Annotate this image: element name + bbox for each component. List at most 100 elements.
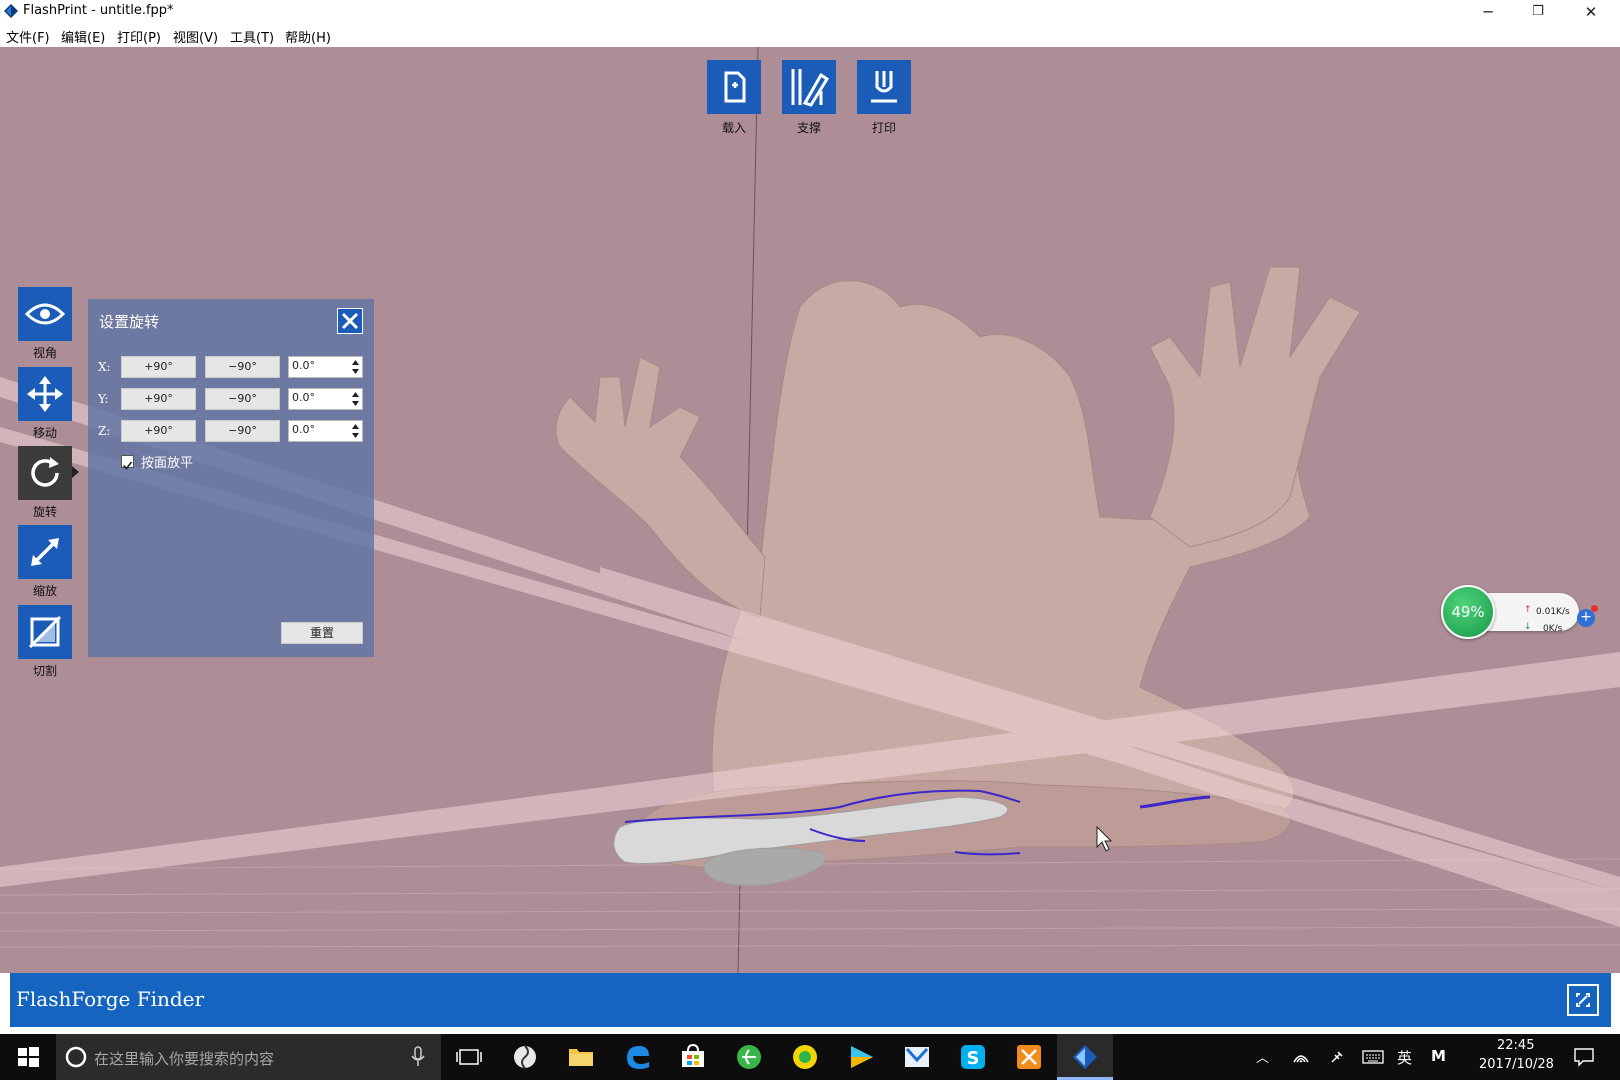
move-button[interactable] bbox=[18, 367, 72, 421]
ime-language-indicator[interactable]: 英 bbox=[1397, 1047, 1412, 1068]
rotation-panel-title: 设置旋转 bbox=[99, 313, 160, 331]
axis-z-label: Z: bbox=[98, 424, 111, 438]
folder-icon bbox=[569, 1049, 593, 1066]
x-angle-value: 0.0° bbox=[292, 359, 315, 372]
flashprint-logo-icon bbox=[4, 4, 18, 18]
support-pencil-icon bbox=[791, 69, 830, 107]
task-view-icon bbox=[456, 1049, 482, 1065]
menu-edit[interactable]: 编辑(E) bbox=[61, 27, 105, 46]
load-file-icon bbox=[724, 71, 746, 103]
3d-viewport[interactable]: 载入 支撑 打印 视角 移动 旋转 缩放 切割 设置旋转 X: +90° −90… bbox=[0, 47, 1620, 973]
task-view-button[interactable] bbox=[441, 1034, 497, 1080]
upload-arrow-icon: ↑ bbox=[1524, 605, 1532, 615]
cut-label: 切割 bbox=[32, 664, 57, 678]
download-arrow-icon: ↓ bbox=[1524, 622, 1532, 632]
move-tool[interactable]: 移动 bbox=[18, 367, 72, 441]
z-minus90-button[interactable]: −90° bbox=[205, 420, 280, 442]
y-plus90-button[interactable]: +90° bbox=[121, 388, 196, 410]
spin-arrows-icon[interactable] bbox=[350, 390, 361, 408]
y-angle-input[interactable]: 0.0° bbox=[288, 388, 363, 410]
z-angle-value: 0.0° bbox=[292, 423, 315, 436]
scale-button[interactable] bbox=[18, 525, 72, 579]
taskbar-app-video-player[interactable] bbox=[833, 1034, 889, 1080]
z-plus90-button[interactable]: +90° bbox=[121, 420, 196, 442]
spin-arrows-icon[interactable] bbox=[350, 358, 361, 376]
menu-view[interactable]: 视图(V) bbox=[173, 27, 218, 46]
load-button[interactable] bbox=[707, 60, 761, 114]
reset-button[interactable]: 重置 bbox=[281, 622, 363, 644]
restore-button[interactable]: ❐ bbox=[1514, 0, 1562, 24]
move-label: 移动 bbox=[32, 426, 57, 440]
taskbar-app-qq-music[interactable] bbox=[777, 1034, 833, 1080]
power-plug-icon[interactable] bbox=[1328, 1048, 1346, 1066]
axis-x-label: X: bbox=[98, 360, 111, 374]
taskbar-app-store[interactable] bbox=[665, 1034, 721, 1080]
view-tool[interactable]: 视角 bbox=[18, 287, 72, 361]
load-label: 载入 bbox=[721, 121, 746, 135]
memory-usage-percent[interactable]: 49% bbox=[1441, 585, 1495, 639]
play-icon bbox=[851, 1046, 873, 1068]
rotate-tool[interactable]: 旋转 bbox=[18, 446, 79, 520]
load-tool[interactable]: 载入 bbox=[707, 60, 761, 136]
taskbar: 在这里输入你要搜索的内容 S ︿ 英 M 22:45 2017/10/28 bbox=[0, 1034, 1620, 1080]
upload-speed: 0.01K/s bbox=[1536, 607, 1570, 617]
taskbar-app-mail[interactable] bbox=[889, 1034, 945, 1080]
cut-tool[interactable]: 切割 bbox=[18, 605, 72, 679]
taskbar-app-slicer[interactable] bbox=[1001, 1034, 1057, 1080]
cut-button[interactable] bbox=[18, 605, 72, 659]
x-minus90-button[interactable]: −90° bbox=[205, 356, 280, 378]
search-placeholder: 在这里输入你要搜索的内容 bbox=[94, 1050, 275, 1068]
microphone-icon[interactable] bbox=[411, 1046, 425, 1068]
panel-close-button[interactable] bbox=[337, 308, 363, 334]
taskbar-app-flashprint[interactable] bbox=[1057, 1034, 1113, 1080]
rotate-button[interactable] bbox=[18, 446, 72, 500]
search-box[interactable]: 在这里输入你要搜索的内容 bbox=[56, 1034, 441, 1080]
print-button[interactable] bbox=[857, 60, 911, 114]
notification-center-icon[interactable] bbox=[1573, 1047, 1595, 1067]
print-tool[interactable]: 打印 bbox=[857, 60, 911, 136]
menu-tools[interactable]: 工具(T) bbox=[230, 27, 274, 46]
edge-browser-icon bbox=[627, 1046, 649, 1069]
network-monitor-widget[interactable]: ↑ 0.01K/s ↓ 0K/s + 49% bbox=[1441, 585, 1598, 641]
x-angle-input[interactable]: 0.0° bbox=[288, 356, 363, 378]
flashprint-taskbar-icon bbox=[1073, 1045, 1097, 1069]
ime-mode-indicator[interactable]: M bbox=[1431, 1047, 1446, 1065]
finder-title: FlashForge Finder bbox=[16, 987, 205, 1011]
taskbar-app-explorer[interactable] bbox=[553, 1034, 609, 1080]
lay-flat-label[interactable]: 按面放平 bbox=[141, 452, 193, 471]
menu-file[interactable]: 文件(F) bbox=[6, 27, 50, 46]
window-title: FlashPrint - untitle.fpp* bbox=[23, 3, 174, 18]
taskbar-app-green-browser[interactable] bbox=[721, 1034, 777, 1080]
taskbar-app-pinwheel[interactable] bbox=[497, 1034, 553, 1080]
z-angle-input[interactable]: 0.0° bbox=[288, 420, 363, 442]
y-angle-value: 0.0° bbox=[292, 391, 315, 404]
finder-expand-button[interactable] bbox=[1567, 984, 1599, 1016]
svg-text:S: S bbox=[967, 1048, 980, 1069]
tray-overflow-icon[interactable]: ︿ bbox=[1256, 1047, 1269, 1066]
rotation-panel: 设置旋转 X: +90° −90° 0.0° Y: +90° −90° 0.0°… bbox=[88, 299, 374, 657]
view-button[interactable] bbox=[18, 287, 72, 341]
y-minus90-button[interactable]: −90° bbox=[205, 388, 280, 410]
spin-arrows-icon[interactable] bbox=[350, 422, 361, 440]
minimize-button[interactable]: ─ bbox=[1464, 0, 1512, 24]
keyboard-icon[interactable] bbox=[1362, 1049, 1384, 1065]
download-speed: 0K/s bbox=[1543, 624, 1563, 634]
menu-help[interactable]: 帮助(H) bbox=[285, 27, 331, 46]
support-button[interactable] bbox=[782, 60, 836, 114]
taskbar-app-edge[interactable] bbox=[609, 1034, 665, 1080]
clock-time[interactable]: 22:45 bbox=[1497, 1038, 1534, 1053]
print-nozzle-icon bbox=[871, 71, 897, 103]
clock-date[interactable]: 2017/10/28 bbox=[1479, 1057, 1554, 1072]
lay-flat-checkbox[interactable] bbox=[121, 455, 134, 470]
pinwheel-app-icon bbox=[514, 1045, 536, 1069]
move-arrows-icon bbox=[27, 376, 63, 412]
taskbar-app-skype[interactable]: S bbox=[945, 1034, 1001, 1080]
start-button[interactable] bbox=[0, 1034, 56, 1080]
axis-y-label: Y: bbox=[98, 392, 109, 406]
scale-tool[interactable]: 缩放 bbox=[18, 525, 72, 599]
menu-print[interactable]: 打印(P) bbox=[117, 27, 161, 46]
close-window-button[interactable]: ✕ bbox=[1567, 0, 1615, 24]
wifi-icon[interactable] bbox=[1292, 1048, 1310, 1066]
x-plus90-button[interactable]: +90° bbox=[121, 356, 196, 378]
support-tool[interactable]: 支撑 bbox=[782, 60, 836, 136]
